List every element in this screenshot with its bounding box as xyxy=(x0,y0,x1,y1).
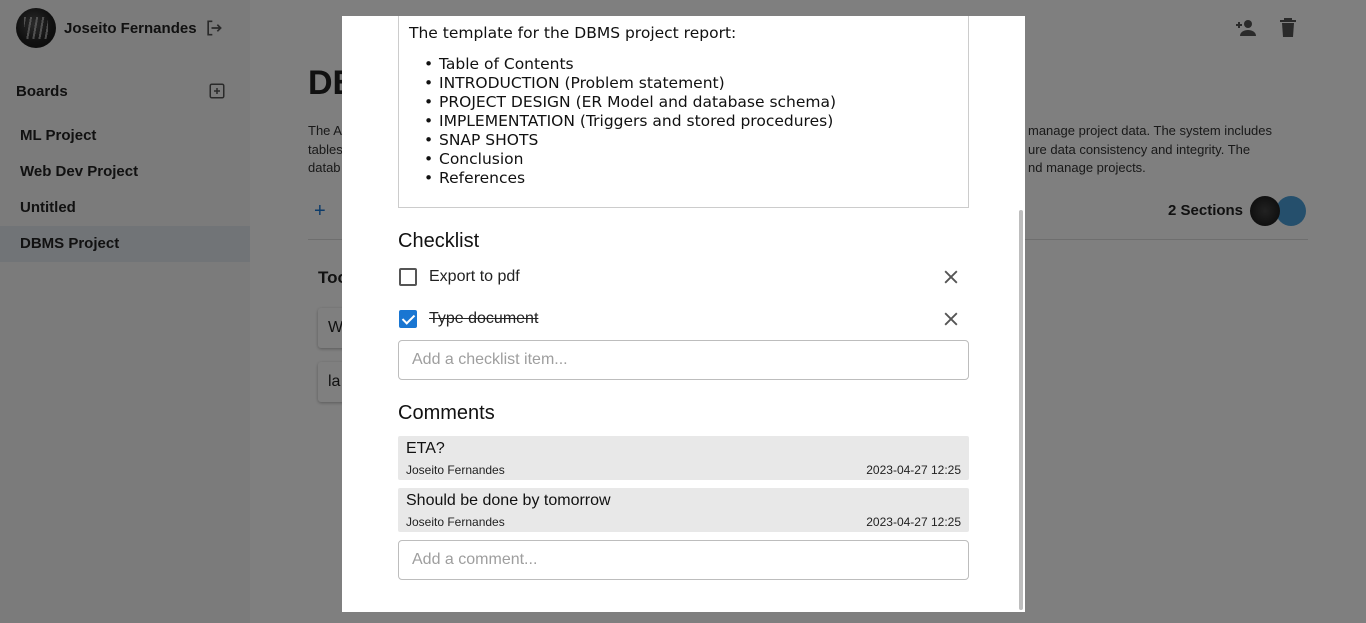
task-description[interactable]: The template for the DBMS project report… xyxy=(398,16,969,208)
checklist-title: Checklist xyxy=(398,230,480,252)
checklist-item-label: Type document xyxy=(429,310,539,327)
comment-timestamp: 2023-04-27 12:25 xyxy=(866,515,961,529)
comment-author: Joseito Fernandes xyxy=(406,515,505,529)
list-item: INTRODUCTION (Problem statement) xyxy=(424,74,958,93)
comment: Should be done by tomorrow Joseito Ferna… xyxy=(398,488,969,532)
comment-input[interactable] xyxy=(398,540,969,580)
checklist-item: Export to pdf xyxy=(398,265,969,289)
list-item: References xyxy=(424,169,958,188)
close-icon[interactable] xyxy=(941,267,961,287)
list-item: Conclusion xyxy=(424,150,958,169)
checklist-item: Type document xyxy=(398,307,969,331)
checkbox-icon[interactable] xyxy=(399,310,417,328)
task-modal: The template for the DBMS project report… xyxy=(342,16,1025,612)
comment-timestamp: 2023-04-27 12:25 xyxy=(866,463,961,477)
checklist-input[interactable] xyxy=(398,340,969,380)
list-item: PROJECT DESIGN (ER Model and database sc… xyxy=(424,93,958,112)
comment-text: ETA? xyxy=(406,440,445,457)
checklist-item-label: Export to pdf xyxy=(429,268,520,285)
comments-title: Comments xyxy=(398,402,495,424)
comment-text: Should be done by tomorrow xyxy=(406,492,611,509)
list-item: IMPLEMENTATION (Triggers and stored proc… xyxy=(424,112,958,131)
list-item: Table of Contents xyxy=(424,55,958,74)
close-icon[interactable] xyxy=(941,309,961,329)
comment-author: Joseito Fernandes xyxy=(406,463,505,477)
checkbox-icon[interactable] xyxy=(399,268,417,286)
comment: ETA? Joseito Fernandes 2023-04-27 12:25 xyxy=(398,436,969,480)
description-intro: The template for the DBMS project report… xyxy=(409,24,737,42)
description-list: Table of Contents INTRODUCTION (Problem … xyxy=(409,55,958,188)
modal-scrollbar[interactable] xyxy=(1019,210,1023,610)
list-item: SNAP SHOTS xyxy=(424,131,958,150)
